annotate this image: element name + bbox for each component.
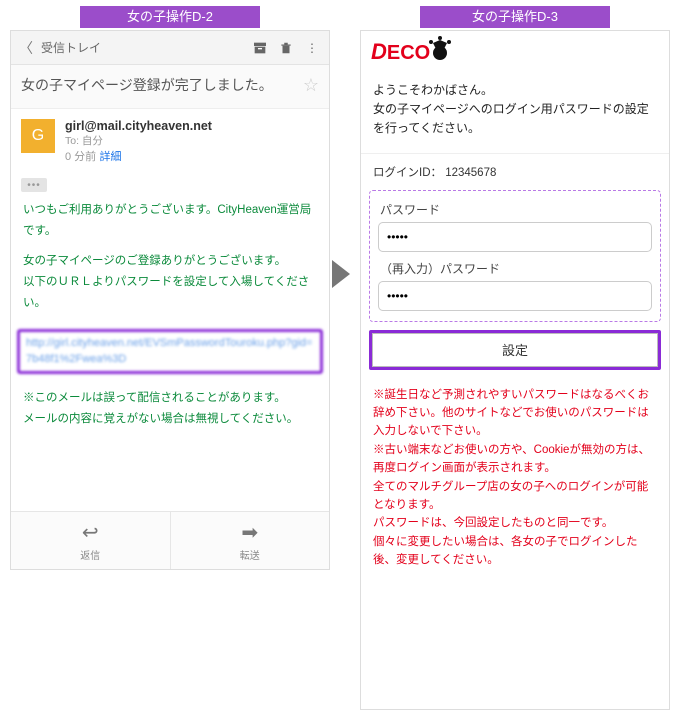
password-block: パスワード （再入力）パスワード xyxy=(369,190,661,322)
flow-arrow-icon xyxy=(332,260,350,288)
avatar: G xyxy=(21,119,55,153)
note-4: パスワードは、今回設定したものと同一です。 xyxy=(373,514,657,532)
mail-action-bar: ↩ 返信 ➡ 転送 xyxy=(11,511,329,569)
reply-label: 返信 xyxy=(80,547,100,562)
login-id-value: 12345678 xyxy=(445,167,496,179)
welcome-line2: 女の子マイページへのログイン用パスワードの設定を行ってください。 xyxy=(373,100,657,138)
trash-icon[interactable] xyxy=(277,39,295,57)
mail-time: 0 分前 xyxy=(65,151,96,163)
mail-toolbar: 〈 受信トレイ ⋮ xyxy=(11,31,329,65)
notes-block: ※誕生日など予測されやすいパスワードはなるべくお辞め下さい。他のサイトなどでお使… xyxy=(361,374,669,582)
mail-header: G girl@mail.cityheaven.net To: 自分 0 分前 詳… xyxy=(11,109,329,174)
panel-title-right: 女の子操作D-3 xyxy=(420,6,610,28)
forward-icon: ➡ xyxy=(241,520,258,545)
note-3: 全てのマルチグループ店の女の子へのログインが可能となります。 xyxy=(373,478,657,515)
password-input[interactable] xyxy=(378,222,652,252)
more-icon[interactable]: ⋮ xyxy=(303,39,321,57)
setup-panel: D ECO ようこそわかばさん。 女の子マイページへのログイン用パスワードの設定… xyxy=(360,30,670,710)
back-icon[interactable]: 〈 xyxy=(19,38,33,58)
mail-panel: 〈 受信トレイ ⋮ 女の子マイページ登録が完了しました。 ☆ G girl@ma… xyxy=(10,30,330,570)
login-id-label: ログインID： xyxy=(373,167,442,179)
mail-to: To: 自分 xyxy=(65,133,319,148)
mail-body-footer: ※このメールは誤って配信されることがあります。 メールの内容に覚えがない場合は無… xyxy=(11,384,329,443)
logo: D ECO xyxy=(361,31,669,71)
mail-from: girl@mail.cityheaven.net xyxy=(65,119,319,133)
forward-label: 転送 xyxy=(240,547,260,562)
welcome-line1: ようこそわかばさん。 xyxy=(373,81,657,100)
star-icon[interactable]: ☆ xyxy=(303,75,319,96)
logo-d: D xyxy=(371,39,387,65)
forward-button[interactable]: ➡ 転送 xyxy=(171,512,330,569)
inbox-label[interactable]: 受信トレイ xyxy=(41,39,243,56)
ellipsis-icon[interactable]: ••• xyxy=(21,178,47,192)
logo-eco: ECO xyxy=(387,42,430,65)
password-confirm-input[interactable] xyxy=(378,281,652,311)
mail-subject-row: 女の子マイページ登録が完了しました。 ☆ xyxy=(11,65,329,109)
note-2: ※古い端末などお使いの方や、Cookieが無効の方は、再度ログイン画面が表示され… xyxy=(373,441,657,478)
crown-icon xyxy=(430,43,452,65)
login-id-row: ログインID： 12345678 xyxy=(361,154,669,184)
reply-icon: ↩ xyxy=(82,520,99,545)
mail-body-p2: 女の子マイページのご登録ありがとうございます。 以下のＵＲＬよりパスワードを設定… xyxy=(23,251,317,313)
submit-highlight: 設定 xyxy=(369,330,661,370)
mail-detail-link[interactable]: 詳細 xyxy=(100,151,122,163)
submit-button[interactable]: 設定 xyxy=(372,333,658,367)
password-label: パスワード xyxy=(380,201,652,218)
password-url-link[interactable]: http://girl.cityheaven.net/EVSmPasswordT… xyxy=(17,329,323,374)
panel-title-left: 女の子操作D-2 xyxy=(80,6,260,28)
password-confirm-label: （再入力）パスワード xyxy=(380,260,652,277)
reply-button[interactable]: ↩ 返信 xyxy=(11,512,170,569)
mail-body-p3: ※このメールは誤って配信されることがあります。 メールの内容に覚えがない場合は無… xyxy=(23,388,317,429)
mail-body-p1: いつもご利用ありがとうございます。CityHeaven運営局です。 xyxy=(23,200,317,241)
note-5: 個々に変更したい場合は、各女の子でログインした後、変更してください。 xyxy=(373,533,657,570)
note-1: ※誕生日など予測されやすいパスワードはなるべくお辞め下さい。他のサイトなどでお使… xyxy=(373,386,657,441)
archive-icon[interactable] xyxy=(251,39,269,57)
mail-subject: 女の子マイページ登録が完了しました。 xyxy=(21,75,295,96)
mail-body: いつもご利用ありがとうございます。CityHeaven運営局です。 女の子マイペ… xyxy=(11,196,329,327)
welcome-text: ようこそわかばさん。 女の子マイページへのログイン用パスワードの設定を行ってくだ… xyxy=(361,71,669,154)
